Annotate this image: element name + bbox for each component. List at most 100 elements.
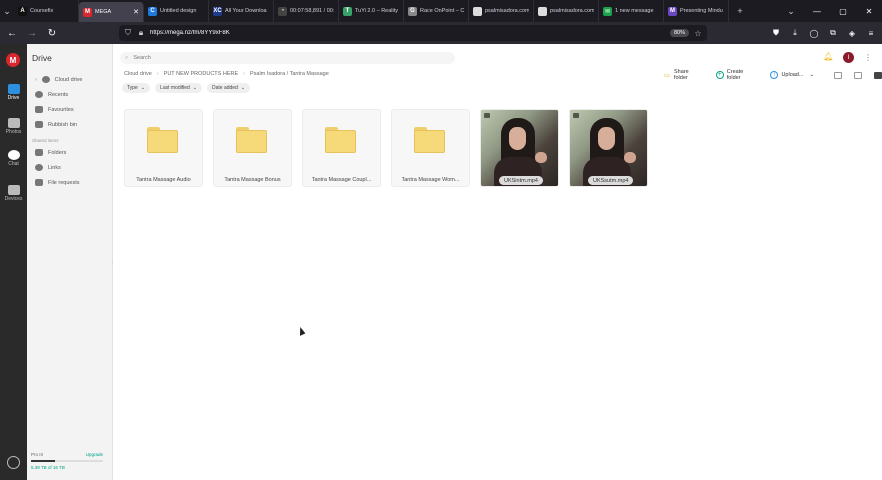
browser-tab[interactable]: XC All Your Downloa bbox=[209, 0, 274, 22]
video-item[interactable]: UKSintm.mp4 bbox=[480, 109, 559, 187]
shield-extension-icon[interactable]: ◈ bbox=[845, 25, 859, 41]
reload-icon[interactable]: ↻ bbox=[44, 25, 60, 41]
tab-overflow-icon[interactable]: ⌄ bbox=[784, 0, 798, 22]
filter-bar: Type ⌄ Last modified ⌄ Date added ⌄ bbox=[122, 83, 251, 93]
browser-tab[interactable]: M Presenting Mindu bbox=[664, 0, 729, 22]
close-window-icon[interactable]: ✕ bbox=[856, 0, 882, 22]
folder-icon bbox=[325, 127, 356, 153]
trash-icon bbox=[35, 121, 43, 128]
chat-icon bbox=[7, 150, 20, 160]
avatar[interactable]: I bbox=[843, 52, 854, 63]
sidebar-item-links[interactable]: Links bbox=[35, 164, 61, 171]
app-rail: M Drive Photos Chat Devices bbox=[0, 44, 27, 480]
sidebar-item-favourites[interactable]: Favourites bbox=[35, 106, 74, 113]
browser-tab[interactable]: A Coursefix bbox=[14, 0, 79, 22]
browser-tab[interactable]: G Race OnPoint – C bbox=[404, 0, 469, 22]
zoom-level[interactable]: 80% bbox=[669, 29, 689, 37]
folder-item[interactable]: Tantra Massage Wom... bbox=[391, 109, 470, 187]
rail-item-drive[interactable]: Drive bbox=[0, 84, 27, 101]
media-view-icon[interactable] bbox=[834, 71, 843, 79]
create-folder-button[interactable]: + Create folder bbox=[715, 69, 759, 81]
search-box[interactable]: ⌕ bbox=[120, 52, 455, 64]
maximize-icon[interactable]: ▢ bbox=[830, 0, 856, 22]
sidebar-item-folders[interactable]: Folders bbox=[35, 149, 66, 156]
filter-date-added[interactable]: Date added ⌄ bbox=[207, 83, 251, 93]
thumbnail-face bbox=[509, 127, 526, 150]
more-menu-icon[interactable]: ⋮ bbox=[864, 52, 872, 63]
rail-item-devices[interactable]: Devices bbox=[0, 185, 27, 202]
sidebar-item-cloud-drive[interactable]: › Cloud drive bbox=[35, 76, 83, 83]
folder-item[interactable]: Tantra Massage Bonus bbox=[213, 109, 292, 187]
back-icon[interactable]: ← bbox=[4, 25, 20, 41]
file-grid: Tantra Massage Audio Tantra Massage Bonus… bbox=[124, 109, 648, 187]
sidebar-item-recents[interactable]: Recents bbox=[35, 91, 68, 98]
settings-icon[interactable] bbox=[7, 456, 20, 469]
list-view-icon[interactable] bbox=[854, 71, 863, 79]
storage-meter[interactable]: Pro III Upgrade 5.39 TB of 16 TB bbox=[31, 452, 103, 470]
sidebar-item-rubbish-bin[interactable]: Rubbish bin bbox=[35, 121, 77, 128]
browser-tab[interactable]: psalmisadora.com bbox=[534, 0, 599, 22]
folder-name: Tantra Massage Wom... bbox=[401, 177, 460, 183]
minimize-icon[interactable]: — bbox=[804, 0, 830, 22]
breadcrumb-cloud-drive[interactable]: Cloud drive bbox=[124, 71, 152, 77]
tab-title: Presenting Mindu bbox=[680, 8, 723, 14]
extensions-icon[interactable]: ⧉ bbox=[826, 25, 840, 41]
breadcrumb-products[interactable]: PUT NEW PRODUCTS HERE bbox=[164, 71, 238, 77]
tab-list-icon[interactable]: ⌄ bbox=[0, 0, 14, 22]
mega-logo[interactable]: M bbox=[6, 53, 20, 67]
sidebar-title: Drive bbox=[32, 53, 52, 63]
browser-tab[interactable]: C Untitled design bbox=[144, 0, 209, 22]
breadcrumb: Cloud drive › PUT NEW PRODUCTS HERE › Ps… bbox=[124, 71, 329, 77]
tab-favicon-icon: A bbox=[18, 6, 27, 16]
rail-item-photos[interactable]: Photos bbox=[0, 118, 27, 135]
folder-item[interactable]: Tantra Massage Coupl... bbox=[302, 109, 381, 187]
app-menu-icon[interactable]: ≡ bbox=[864, 25, 878, 41]
url-bar[interactable]: ⛉ 🔒︎ https://mega.nz/fm/8YY9xF8K 80% ☆ bbox=[119, 25, 707, 41]
browser-tab[interactable]: psalmisadora.com bbox=[469, 0, 534, 22]
expand-arrow-icon[interactable]: › bbox=[35, 77, 37, 83]
shared-items-heading: Shared items bbox=[32, 138, 59, 143]
upload-button[interactable]: ↑ Upload... ⌄ bbox=[770, 71, 814, 79]
folder-name: Tantra Massage Audio bbox=[136, 177, 191, 183]
filter-last-modified[interactable]: Last modified ⌄ bbox=[155, 83, 202, 93]
forward-icon[interactable]: → bbox=[24, 25, 40, 41]
browser-tab[interactable]: ✉ 1 new message bbox=[599, 0, 664, 22]
breadcrumb-separator-icon: › bbox=[156, 71, 159, 77]
heart-icon bbox=[35, 106, 43, 113]
chevron-down-icon: ⌄ bbox=[192, 85, 197, 91]
tab-title: Race OnPoint – C bbox=[420, 8, 464, 14]
tab-title: MEGA bbox=[95, 9, 112, 15]
notification-bell-icon[interactable]: 🔔︎ bbox=[823, 52, 833, 61]
browser-tab[interactable]: ◔ 00:07:58,891 / 00:2 bbox=[274, 0, 339, 22]
shield-icon[interactable]: ⛉ bbox=[124, 28, 132, 38]
url-text[interactable]: https://mega.nz/fm/8YY9xF8K bbox=[150, 30, 665, 36]
downloads-icon[interactable]: ⤓ bbox=[788, 25, 802, 41]
browser-tab-strip: ⌄ A Coursefix M MEGA ✕ C Untitled design XC All … bbox=[0, 0, 882, 22]
breadcrumb-current[interactable]: Psalm Isadora / Tantra Massage bbox=[250, 71, 329, 77]
pocket-icon[interactable]: ⛊ bbox=[769, 25, 783, 41]
bookmark-star-icon[interactable]: ☆ bbox=[694, 29, 702, 38]
upload-dropdown-icon[interactable]: ⌄ bbox=[809, 72, 814, 78]
close-tab-icon[interactable]: ✕ bbox=[133, 8, 139, 16]
video-item[interactable]: UKSsutm.mp4 bbox=[569, 109, 648, 187]
lock-icon[interactable]: 🔒︎ bbox=[137, 28, 145, 38]
account-icon[interactable]: ◯ bbox=[807, 25, 821, 41]
share-folder-button[interactable]: ▭ Share folder bbox=[663, 69, 704, 81]
folder-item[interactable]: Tantra Massage Audio bbox=[124, 109, 203, 187]
folder-icon bbox=[147, 127, 178, 153]
sidebar-item-file-requests[interactable]: File requests bbox=[35, 179, 80, 186]
search-input[interactable] bbox=[133, 55, 434, 61]
browser-tab[interactable]: M MEGA ✕ bbox=[79, 2, 144, 22]
filter-type[interactable]: Type ⌄ bbox=[122, 83, 151, 93]
browser-tab[interactable]: T TuYi 2.0 – Reality T bbox=[339, 0, 404, 22]
grid-view-icon[interactable] bbox=[874, 71, 882, 79]
new-tab-button[interactable]: + bbox=[733, 0, 747, 22]
rail-item-chat[interactable]: Chat bbox=[0, 150, 27, 167]
browser-nav-bar: ← → ↻ ⛉ 🔒︎ https://mega.nz/fm/8YY9xF8K 8… bbox=[0, 22, 882, 44]
thumbnail-hand bbox=[624, 152, 636, 163]
upgrade-link[interactable]: Upgrade bbox=[86, 452, 103, 457]
storage-used: 5.39 TB of 16 TB bbox=[31, 465, 65, 470]
tab-title: TuYi 2.0 – Reality T bbox=[355, 8, 399, 14]
folder-name: Tantra Massage Coupl... bbox=[311, 177, 372, 183]
photos-icon bbox=[7, 118, 20, 128]
